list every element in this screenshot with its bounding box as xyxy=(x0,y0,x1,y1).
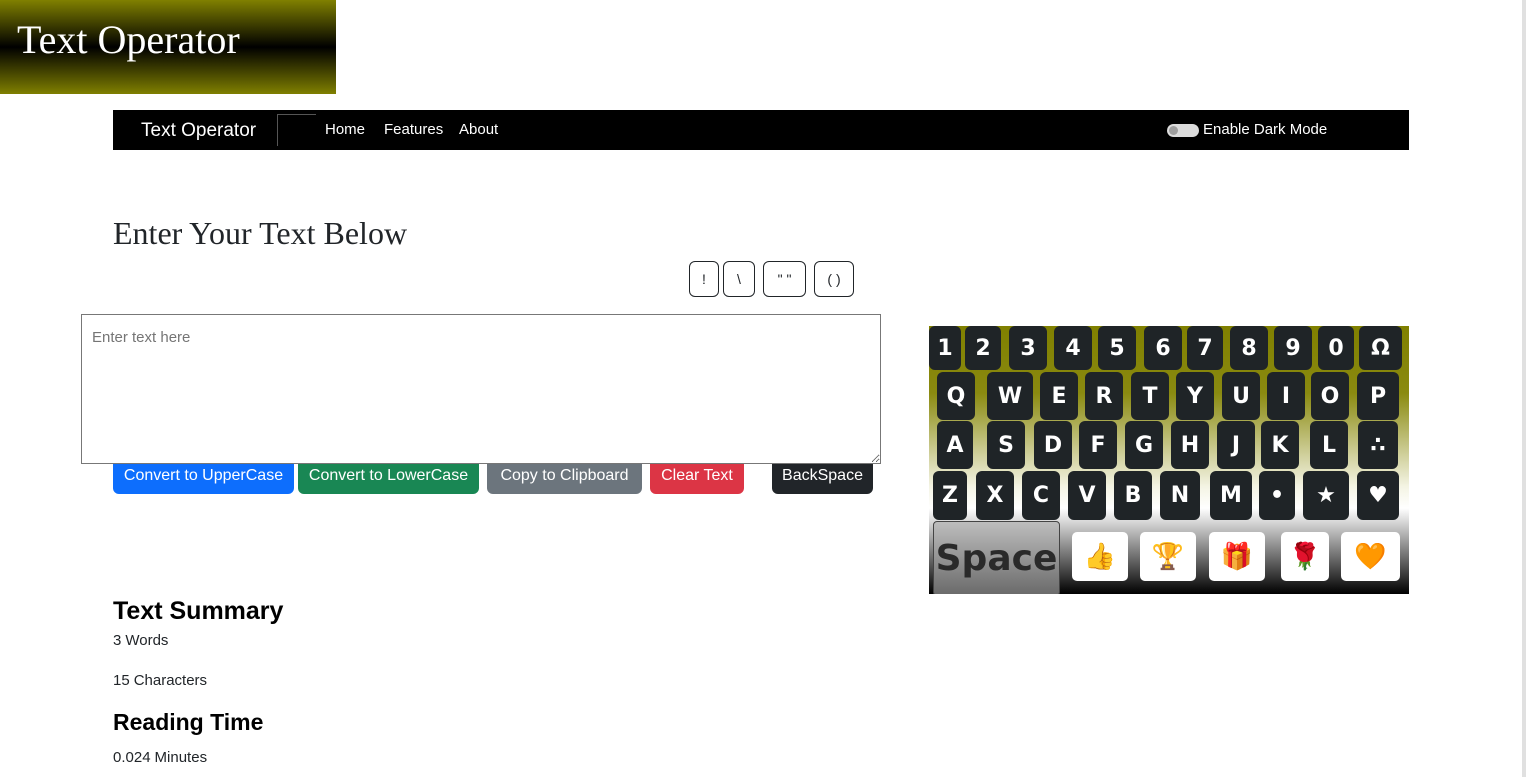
nav-link-features[interactable]: Features xyxy=(384,121,443,138)
key-row2-3[interactable]: R xyxy=(1085,372,1123,420)
navbar-toggler[interactable] xyxy=(277,114,316,146)
site-header: Text Operator xyxy=(0,0,336,94)
rose-key[interactable]: 🌹 xyxy=(1281,532,1329,581)
key-row3-9[interactable]: ∴ xyxy=(1358,421,1398,469)
key-row2-7[interactable]: I xyxy=(1267,372,1305,420)
gift-key[interactable]: 🎁 xyxy=(1209,532,1265,581)
text-input[interactable] xyxy=(81,314,881,464)
key-row3-7[interactable]: K xyxy=(1261,421,1299,469)
key-row1-7[interactable]: 8 xyxy=(1230,326,1268,370)
key-row3-6[interactable]: J xyxy=(1217,421,1255,469)
key-row3-1[interactable]: S xyxy=(987,421,1025,469)
dark-mode-toggle[interactable] xyxy=(1167,124,1199,137)
dark-mode-label: Enable Dark Mode xyxy=(1203,121,1328,138)
key-row2-2[interactable]: E xyxy=(1040,372,1078,420)
reading-time-unit: Minutes xyxy=(154,749,208,766)
thumbs-up-key[interactable]: 👍 xyxy=(1072,532,1128,581)
parentheses-button[interactable]: ( ) xyxy=(814,261,854,297)
word-count-value: 3 xyxy=(113,632,122,649)
word-count-label: Words xyxy=(125,632,169,649)
summary-heading: Text Summary xyxy=(113,597,284,625)
key-row4-3[interactable]: V xyxy=(1068,471,1106,520)
space-key[interactable]: Space xyxy=(933,521,1060,594)
key-row3-5[interactable]: H xyxy=(1171,421,1209,469)
reading-time-value: 0.024 xyxy=(113,749,151,766)
key-row2-9[interactable]: P xyxy=(1357,372,1399,420)
nav-link-home[interactable]: Home xyxy=(325,121,365,138)
key-row1-6[interactable]: 7 xyxy=(1187,326,1223,370)
key-row2-5[interactable]: Y xyxy=(1176,372,1214,420)
key-row4-7[interactable]: • xyxy=(1259,471,1295,520)
key-row3-8[interactable]: L xyxy=(1310,421,1348,469)
key-row4-4[interactable]: B xyxy=(1114,471,1152,520)
key-row1-8[interactable]: 9 xyxy=(1274,326,1312,370)
key-row4-0[interactable]: Z xyxy=(933,471,967,520)
page-heading: Enter Your Text Below xyxy=(113,215,408,251)
key-row4-2[interactable]: C xyxy=(1022,471,1060,520)
key-row2-1[interactable]: W xyxy=(987,372,1033,420)
toggle-knob xyxy=(1169,126,1178,135)
key-row2-8[interactable]: O xyxy=(1311,372,1349,420)
key-row4-1[interactable]: X xyxy=(976,471,1014,520)
backslash-button[interactable]: \ xyxy=(723,261,755,297)
key-row1-10[interactable]: Ω xyxy=(1359,326,1402,370)
nav-link-about[interactable]: About xyxy=(459,121,498,138)
key-row3-3[interactable]: F xyxy=(1079,421,1117,469)
character-count-value: 15 xyxy=(113,672,130,689)
word-count: 3 Words xyxy=(113,632,168,649)
key-row4-9[interactable]: ♥ xyxy=(1357,471,1399,520)
character-count-label: Characters xyxy=(133,672,208,689)
key-row1-3[interactable]: 4 xyxy=(1054,326,1092,370)
heart-key[interactable]: 🧡 xyxy=(1341,532,1400,581)
reading-time-heading: Reading Time xyxy=(113,709,264,735)
page-scrollbar[interactable] xyxy=(1522,0,1526,777)
key-row1-1[interactable]: 2 xyxy=(965,326,1001,370)
navbar: Text Operator Home Features About Enable… xyxy=(113,110,1409,150)
key-row4-8[interactable]: ★ xyxy=(1303,471,1349,520)
quotes-button[interactable]: " " xyxy=(763,261,806,297)
key-row2-0[interactable]: Q xyxy=(937,372,975,420)
key-row3-2[interactable]: D xyxy=(1034,421,1072,469)
key-row4-6[interactable]: M xyxy=(1210,471,1252,520)
site-title: Text Operator xyxy=(17,17,240,62)
key-row1-9[interactable]: 0 xyxy=(1318,326,1354,370)
key-row4-5[interactable]: N xyxy=(1160,471,1200,520)
key-row1-5[interactable]: 6 xyxy=(1144,326,1182,370)
key-row3-4[interactable]: G xyxy=(1125,421,1163,469)
exclamation-button[interactable]: ! xyxy=(689,261,719,297)
key-row1-2[interactable]: 3 xyxy=(1009,326,1047,370)
key-row3-0[interactable]: A xyxy=(937,421,973,469)
virtual-keyboard: 1 2 3 4 5 6 7 8 9 0 Ω Q W E R T Y U I O P A S D F G H J K L ∴ Z X C V B N M • ★… xyxy=(929,326,1409,594)
key-row1-4[interactable]: 5 xyxy=(1098,326,1136,370)
key-row2-6[interactable]: U xyxy=(1222,372,1260,420)
navbar-brand[interactable]: Text Operator xyxy=(141,120,256,142)
key-row1-0[interactable]: 1 xyxy=(929,326,961,370)
key-row2-4[interactable]: T xyxy=(1131,372,1169,420)
reading-time: 0.024 Minutes xyxy=(113,749,207,766)
character-count: 15 Characters xyxy=(113,672,207,689)
trophy-key[interactable]: 🏆 xyxy=(1140,532,1196,581)
